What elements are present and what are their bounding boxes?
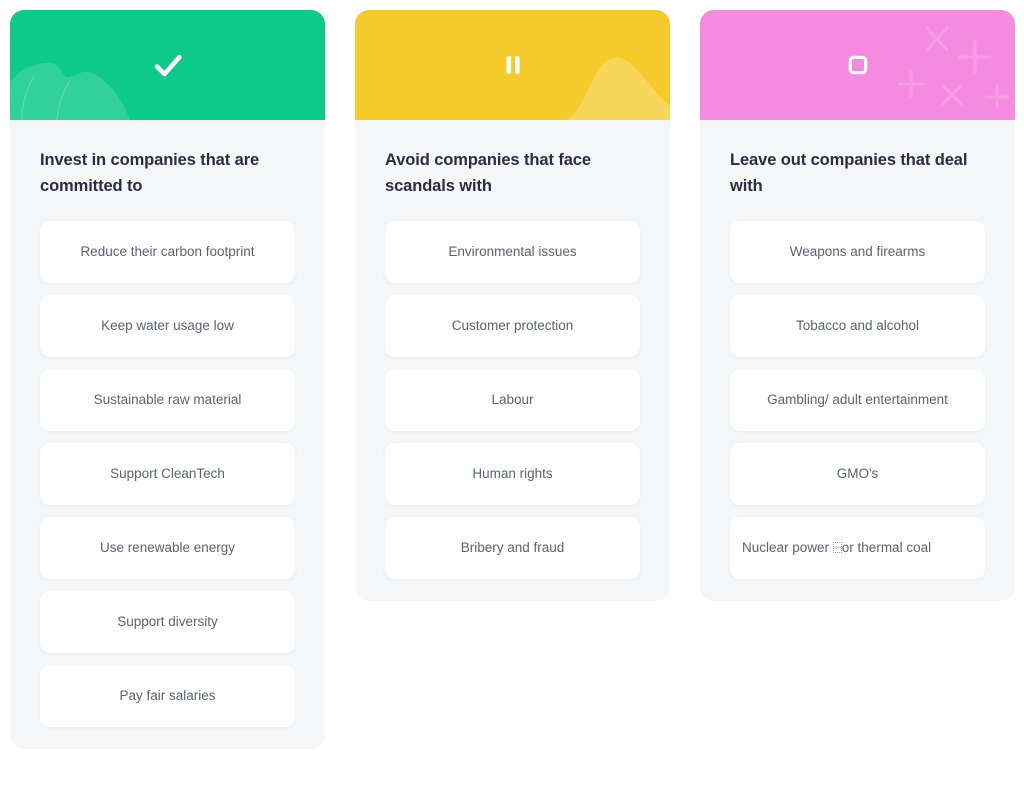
card-invest-body: Invest in companies that are committed t…: [10, 120, 325, 749]
list-item-label: Use renewable energy: [99, 540, 236, 556]
list-item[interactable]: Use renewable energy: [40, 517, 295, 580]
pause-icon: [492, 44, 534, 86]
card-invest-title: Invest in companies that are committed t…: [40, 151, 260, 195]
list-item[interactable]: Keep water usage low: [40, 295, 295, 358]
card-leave-out-title: Leave out companies that deal with: [730, 151, 968, 195]
card-invest: Invest in companies that are committed t…: [10, 10, 325, 750]
list-item-label: Support CleanTech: [110, 466, 225, 482]
list-item-label: Customer protection: [451, 318, 574, 334]
list-item[interactable]: Sustainable raw material: [40, 369, 295, 432]
list-item-label: Nuclear power SEPor thermal coal: [742, 539, 931, 557]
list-item[interactable]: Pay fair salaries: [40, 665, 295, 728]
check-icon: [147, 44, 189, 86]
card-avoid: Avoid companies that face scandals with …: [355, 10, 670, 602]
leaf-decoration-icon: [10, 62, 130, 120]
hill-decoration-icon: [564, 57, 670, 120]
card-leave-out-header: [700, 10, 1015, 120]
sparkles-decoration-icon: [899, 26, 1010, 110]
list-item[interactable]: Gambling/ adult entertainment: [730, 369, 985, 432]
list-item[interactable]: Nuclear power SEPor thermal coal: [730, 517, 985, 580]
list-item-label-before: Nuclear power: [742, 540, 833, 556]
list-item-label: Keep water usage low: [101, 318, 234, 334]
list-item[interactable]: GMO's: [730, 443, 985, 506]
list-item-label-after: or thermal coal: [841, 540, 932, 556]
list-item[interactable]: Support CleanTech: [40, 443, 295, 506]
list-item-label: Pay fair salaries: [119, 688, 216, 704]
card-avoid-title: Avoid companies that face scandals with: [385, 151, 591, 195]
missing-glyph-box: SEP: [832, 542, 842, 554]
list-item-label: Weapons and firearms: [789, 244, 926, 260]
list-item-label: Tobacco and alcohol: [795, 318, 920, 334]
list-item[interactable]: Support diversity: [40, 591, 295, 654]
list-item[interactable]: Tobacco and alcohol: [730, 295, 985, 358]
list-item[interactable]: Weapons and firearms: [730, 221, 985, 284]
card-avoid-body: Avoid companies that face scandals with …: [355, 120, 670, 601]
list-item[interactable]: Bribery and fraud: [385, 517, 640, 580]
card-leave-out-body: Leave out companies that deal with Weapo…: [700, 120, 1015, 601]
stop-square-icon: [837, 44, 879, 86]
list-item[interactable]: Customer protection: [385, 295, 640, 358]
list-item-label: Sustainable raw material: [93, 392, 242, 408]
card-leave-out: Leave out companies that deal with Weapo…: [700, 10, 1015, 602]
list-item[interactable]: Reduce their carbon footprint: [40, 221, 295, 284]
list-item[interactable]: Labour: [385, 369, 640, 432]
list-item-label: Support diversity: [117, 614, 218, 630]
list-item[interactable]: Human rights: [385, 443, 640, 506]
esg-preference-board: Invest in companies that are committed t…: [0, 0, 1024, 787]
card-invest-item-list: Reduce their carbon footprint Keep water…: [40, 221, 295, 728]
card-leave-out-item-list: Weapons and firearms Tobacco and alcohol…: [730, 221, 985, 580]
card-avoid-item-list: Environmental issues Customer protection…: [385, 221, 640, 580]
list-item-label: Reduce their carbon footprint: [80, 244, 255, 260]
card-avoid-header: [355, 10, 670, 120]
list-item-label: Environmental issues: [448, 244, 577, 260]
list-item[interactable]: Environmental issues: [385, 221, 640, 284]
list-item-label: GMO's: [836, 466, 879, 482]
list-item-label: Human rights: [472, 466, 553, 482]
list-item-label: Bribery and fraud: [460, 540, 565, 556]
card-invest-header: [10, 10, 325, 120]
list-item-label: Labour: [491, 392, 534, 408]
list-item-label: Gambling/ adult entertainment: [767, 392, 948, 408]
